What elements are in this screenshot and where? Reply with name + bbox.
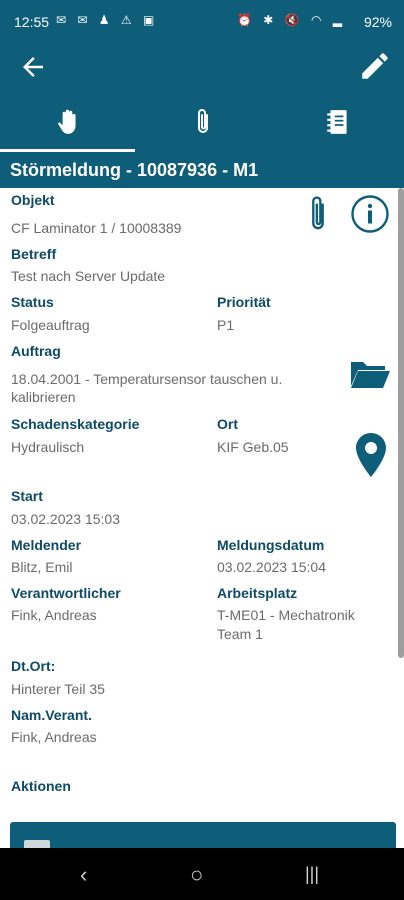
auftrag-value-line1: 18.04.2001 - Temperatursensor tauschen u… xyxy=(11,371,283,387)
verantwortlicher-value: Fink, Andreas xyxy=(11,607,97,623)
dt-ort-value: Hinterer Teil 35 xyxy=(11,681,105,697)
start-label: Start xyxy=(11,488,43,504)
meldungsdatum-label: Meldungsdatum xyxy=(217,537,325,553)
back-arrow-icon[interactable] xyxy=(18,52,48,82)
verantwortlicher-label: Verantwortlicher xyxy=(11,585,121,601)
tab-bar xyxy=(0,92,404,152)
start-value: 03.02.2023 15:03 xyxy=(11,511,120,527)
nam-verant-value: Fink, Andreas xyxy=(11,729,97,745)
betreff-value: Test nach Server Update xyxy=(11,268,166,284)
title-main: Störmeldung xyxy=(10,160,121,180)
objekt-label: Objekt xyxy=(11,192,55,208)
nav-back-icon[interactable]: ‹ xyxy=(80,862,87,888)
tab-attachments[interactable] xyxy=(135,92,270,152)
nav-home-icon[interactable]: ○ xyxy=(190,862,203,888)
arbeitsplatz-value-line1: T-ME01 - Mechatronik xyxy=(217,607,355,623)
info-icon[interactable] xyxy=(350,194,390,234)
betreff-label: Betreff xyxy=(11,246,57,262)
folder-open-icon[interactable] xyxy=(349,358,391,390)
ort-label: Ort xyxy=(217,416,238,432)
edit-pencil-icon[interactable] xyxy=(358,48,392,84)
aktionen-label: Aktionen xyxy=(11,778,71,794)
nam-verant-label: Nam.Verant. xyxy=(11,707,92,723)
auftrag-label: Auftrag xyxy=(11,343,61,359)
system-nav-bar: ‹ ○ ||| xyxy=(0,848,404,900)
notification-icons: ✉ ✉ ♟ ⚠ ▣ xyxy=(56,13,159,27)
hand-icon xyxy=(57,109,76,134)
page-title: Störmeldung - 10087936 - M1 xyxy=(0,152,404,188)
objekt-value: CF Laminator 1 / 10008389 xyxy=(11,220,182,236)
status-value: Folgeauftrag xyxy=(11,317,90,333)
schadenskategorie-value: Hydraulisch xyxy=(11,439,85,455)
battery-percent: 92% xyxy=(363,14,392,30)
nav-recents-icon[interactable]: ||| xyxy=(305,864,319,885)
status-bar: 12:55 ✉ ✉ ♟ ⚠ ▣ ⏰ ✱ 🔇 ◠ ▂ 92% xyxy=(0,0,404,44)
tab-notes[interactable] xyxy=(270,92,404,152)
arbeitsplatz-label: Arbeitsplatz xyxy=(217,585,298,601)
schadenskategorie-label: Schadenskategorie xyxy=(11,416,140,432)
auftrag-value-line2: kalibrieren xyxy=(11,389,76,405)
meldender-value: Blitz, Emil xyxy=(11,559,73,575)
ort-value: KIF Geb.05 xyxy=(217,439,289,455)
notebook-icon xyxy=(326,110,347,134)
status-label: Status xyxy=(11,294,54,310)
location-pin-icon[interactable] xyxy=(355,432,387,478)
meldender-label: Meldender xyxy=(11,537,82,553)
status-time: 12:55 xyxy=(14,14,50,30)
tab-hand[interactable] xyxy=(0,92,135,152)
scrollbar[interactable] xyxy=(398,188,404,658)
arbeitsplatz-value-line2: Team 1 xyxy=(217,626,263,642)
prioritaet-value: P1 xyxy=(217,317,235,333)
attachment-paperclip-icon[interactable] xyxy=(306,194,330,234)
title-rest: - 10087936 - M1 xyxy=(121,160,259,180)
system-icons: ⏰ ✱ 🔇 ◠ ▂ xyxy=(237,13,346,27)
paperclip-icon xyxy=(197,109,208,133)
app-bar xyxy=(0,44,404,92)
prioritaet-label: Priorität xyxy=(217,294,271,310)
dt-ort-label: Dt.Ort: xyxy=(11,658,56,674)
meldungsdatum-value: 03.02.2023 15:04 xyxy=(217,559,326,575)
